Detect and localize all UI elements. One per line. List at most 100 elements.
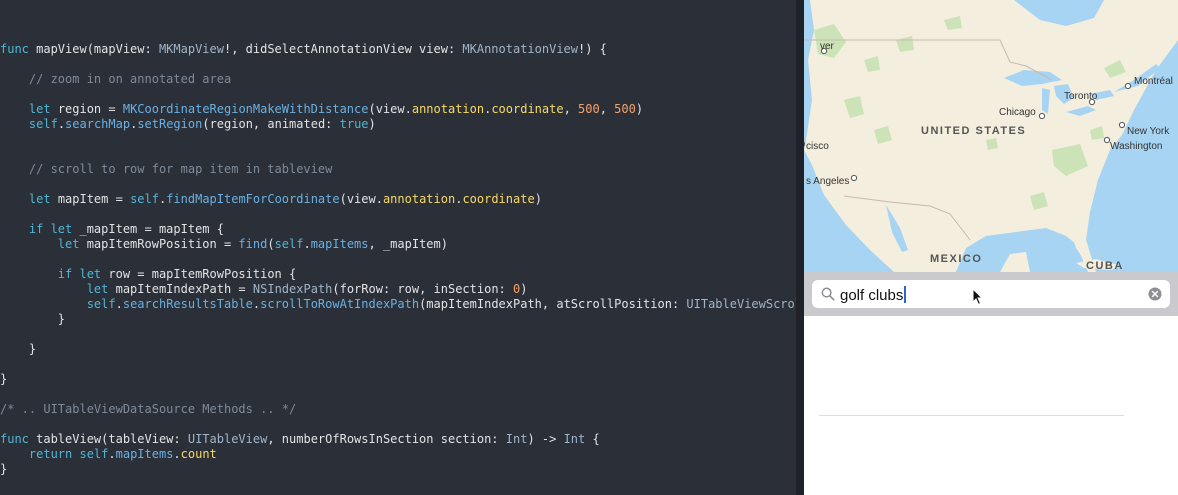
search-input[interactable]: golf clubs xyxy=(840,287,903,304)
map-label-new-york: New York xyxy=(1127,126,1170,137)
pane-divider[interactable] xyxy=(796,0,804,495)
code-line[interactable]: // scroll to row for map item in tablevi… xyxy=(0,162,332,177)
code-token: self xyxy=(130,192,159,206)
code-token: tableView xyxy=(36,432,102,446)
code-token: // scroll to row for map item in tablevi… xyxy=(0,162,333,176)
code-token: return xyxy=(28,447,80,461)
code-line[interactable]: let mapItemRowPosition = find(self.mapIt… xyxy=(0,237,448,252)
code-token: // zoom in on annotated area xyxy=(0,72,232,86)
code-line[interactable]: /* .. UITableViewDataSource Methods .. *… xyxy=(0,402,296,417)
search-input-text[interactable]: golf clubs xyxy=(840,286,907,304)
code-line[interactable]: } xyxy=(0,372,7,387)
code-line[interactable]: if let row = mapItemRowPosition { xyxy=(0,267,296,282)
code-token: findMapItemForCoordinate xyxy=(166,192,340,206)
simulator-screen: ver Montréal Toronto Chicago New York Wa… xyxy=(804,0,1178,495)
code-line[interactable]: self.searchMap.setRegion(region, animate… xyxy=(0,117,376,132)
code-token: ( xyxy=(267,237,275,251)
code-token: UITableViewScrollPosition xyxy=(686,297,796,311)
code-token: !) { xyxy=(578,42,607,56)
code-line[interactable]: } xyxy=(0,312,65,327)
map-label-united-states: UNITED STATES xyxy=(921,125,1027,137)
code-token: let xyxy=(86,282,116,296)
mouse-cursor-icon xyxy=(972,288,984,306)
code-token: mapItemIndexPath = xyxy=(115,282,253,296)
code-token: 500 xyxy=(614,102,636,116)
code-token: ) -> xyxy=(527,432,564,446)
code-token: (mapItemIndexPath, atScrollPosition: xyxy=(419,297,687,311)
code-token: (view. xyxy=(368,102,412,116)
search-field[interactable]: golf clubs xyxy=(812,280,1170,308)
code-token: (region, animated: xyxy=(202,117,340,131)
code-token: coordinate xyxy=(462,192,535,206)
code-line[interactable]: self.searchResultsTable.scrollToRowAtInd… xyxy=(0,297,796,312)
code-editor[interactable]: func mapView(mapView: MKMapView!, didSel… xyxy=(0,0,796,495)
map-label-cuba: CUBA xyxy=(1086,260,1124,272)
code-token: true xyxy=(339,117,369,131)
code-token: setRegion xyxy=(137,117,203,131)
code-token: func xyxy=(0,42,37,56)
code-token: scrollToRowAtIndexPath xyxy=(260,297,420,311)
code-token: . xyxy=(57,117,66,131)
code-token: , xyxy=(599,102,615,116)
code-token: MKCoordinateRegionMakeWithDistance xyxy=(122,102,369,116)
map-view[interactable]: ver Montréal Toronto Chicago New York Wa… xyxy=(804,0,1178,272)
code-line[interactable]: // zoom in on annotated area xyxy=(0,72,231,87)
code-line[interactable]: func tableView(tableView: UITableView, n… xyxy=(0,432,600,447)
code-token: 500 xyxy=(578,102,600,116)
table-row-separator xyxy=(819,415,1124,416)
code-token: Int xyxy=(505,432,528,446)
code-token: . xyxy=(173,447,181,461)
code-line[interactable]: return self.mapItems.count xyxy=(0,447,217,462)
map-label-montreal: Montréal xyxy=(1134,76,1173,87)
code-token: self xyxy=(86,297,116,311)
code-token: } xyxy=(0,312,66,326)
code-line[interactable]: let region = MKCoordinateRegionMakeWithD… xyxy=(0,102,643,117)
code-token: searchResultsTable xyxy=(122,297,253,311)
code-token: self xyxy=(274,237,304,251)
code-token: self xyxy=(28,117,58,131)
code-token: . xyxy=(108,447,116,461)
code-token: row = mapItemRowPosition { xyxy=(108,267,297,281)
code-token: mapView xyxy=(36,42,87,56)
code-line[interactable]: func mapView(mapView: MKMapView!, didSel… xyxy=(0,42,607,57)
code-token: ) xyxy=(635,102,644,116)
code-token: mapItems xyxy=(115,447,174,461)
code-token: /* .. UITableViewDataSource Methods .. *… xyxy=(0,402,297,416)
code-token: searchMap xyxy=(65,117,131,131)
code-token: , xyxy=(563,102,579,116)
code-token: . xyxy=(303,237,311,251)
map-label-chicago: Chicago xyxy=(999,107,1036,118)
code-token: MKAnnotationView xyxy=(462,42,578,56)
code-token: let xyxy=(28,102,58,116)
search-icon xyxy=(821,287,835,301)
code-line[interactable]: if let _mapItem = mapItem { xyxy=(0,222,224,237)
code-token: } xyxy=(0,462,8,476)
code-line[interactable]: } xyxy=(0,342,36,357)
code-line[interactable]: let mapItem = self.findMapItemForCoordin… xyxy=(0,192,542,207)
search-bar: golf clubs xyxy=(804,272,1178,316)
code-token: ) xyxy=(368,117,376,131)
code-token: (mapView: xyxy=(86,42,159,56)
code-token: coordinate xyxy=(491,102,564,116)
code-token: ) xyxy=(520,282,528,296)
code-token: annotation xyxy=(382,192,456,206)
clear-icon[interactable] xyxy=(1148,287,1162,301)
code-line[interactable]: } xyxy=(0,462,7,477)
code-token: let xyxy=(28,192,58,206)
map-label-washington: Washington xyxy=(1110,141,1163,152)
search-results-table[interactable] xyxy=(804,316,1178,495)
code-token: count xyxy=(180,447,217,461)
code-line[interactable]: let mapItemIndexPath = NSIndexPath(forRo… xyxy=(0,282,528,297)
code-token: } xyxy=(0,342,37,356)
map-label-los-angeles: s Angeles xyxy=(806,176,850,187)
code-token: (view. xyxy=(339,192,383,206)
code-token: ) xyxy=(534,192,542,206)
code-token: Int xyxy=(563,432,586,446)
map-label-vancouver: ver xyxy=(820,41,834,52)
